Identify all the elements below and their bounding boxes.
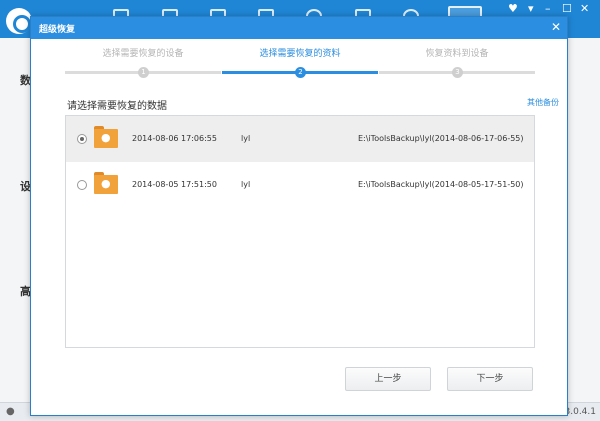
section-title: 请选择需要恢复的数据 xyxy=(67,101,167,112)
folder-icon: ● xyxy=(94,172,118,194)
backup-user: lyl xyxy=(241,134,251,143)
app-logo-icon xyxy=(6,8,32,34)
dialog-close-icon[interactable]: ✕ xyxy=(551,20,561,34)
super-restore-dialog: 超级恢复 ✕ 选择需要恢复的设备 1 选择需要恢复的资料 2 恢复资料到设备 3… xyxy=(30,16,568,416)
apple-icon: ● xyxy=(6,406,15,417)
step-2: 选择需要恢复的资料 2 xyxy=(222,47,378,83)
prev-step-button[interactable]: 上一步 xyxy=(345,367,431,391)
backup-user: lyl xyxy=(241,180,251,189)
folder-icon: ● xyxy=(94,126,118,148)
backup-row[interactable]: ● 2014-08-05 17:51:50 lyl E:\iToolsBacku… xyxy=(66,162,534,208)
next-step-button[interactable]: 下一步 xyxy=(447,367,533,391)
apple-icon: ● xyxy=(101,131,111,144)
backup-path: E:\iToolsBackup\lyl(2014-08-05-17-51-50) xyxy=(358,180,524,189)
backup-list: ● 2014-08-06 17:06:55 lyl E:\iToolsBacku… xyxy=(65,115,535,348)
status-version: 3.0.4.1 xyxy=(564,407,597,417)
step-3-label: 恢复资料到设备 xyxy=(425,49,489,59)
menu-dropdown-icon[interactable]: ▾ xyxy=(528,2,534,15)
dialog-titlebar: 超级恢复 ✕ xyxy=(31,17,567,39)
close-app-icon[interactable]: ✕ xyxy=(580,2,589,15)
step-2-label: 选择需要恢复的资料 xyxy=(259,49,341,59)
step-3: 恢复资料到设备 3 xyxy=(379,47,535,83)
backup-path: E:\iToolsBackup\lyl(2014-08-06-17-06-55) xyxy=(358,134,524,143)
maximize-icon[interactable]: ☐ xyxy=(562,2,572,15)
dialog-title: 超级恢复 xyxy=(39,25,76,35)
step-1: 选择需要恢复的设备 1 xyxy=(65,47,221,83)
backup-date: 2014-08-06 17:06:55 xyxy=(132,134,217,143)
minimize-icon[interactable]: – xyxy=(545,2,551,15)
backup-row[interactable]: ● 2014-08-06 17:06:55 lyl E:\iToolsBacku… xyxy=(66,116,534,162)
backup-date: 2014-08-05 17:51:50 xyxy=(132,180,217,189)
apple-icon: ● xyxy=(101,177,111,190)
step-1-label: 选择需要恢复的设备 xyxy=(102,49,184,59)
backup-radio[interactable] xyxy=(77,134,87,144)
step-indicator: 选择需要恢复的设备 1 选择需要恢复的资料 2 恢复资料到设备 3 xyxy=(65,47,535,83)
backup-radio[interactable] xyxy=(77,180,87,190)
step-3-dot: 3 xyxy=(452,67,463,78)
step-2-dot: 2 xyxy=(295,67,306,78)
step-1-dot: 1 xyxy=(138,67,149,78)
other-backup-link[interactable]: 其他备份 xyxy=(527,97,559,108)
favorite-icon[interactable]: ♥ xyxy=(508,2,518,15)
